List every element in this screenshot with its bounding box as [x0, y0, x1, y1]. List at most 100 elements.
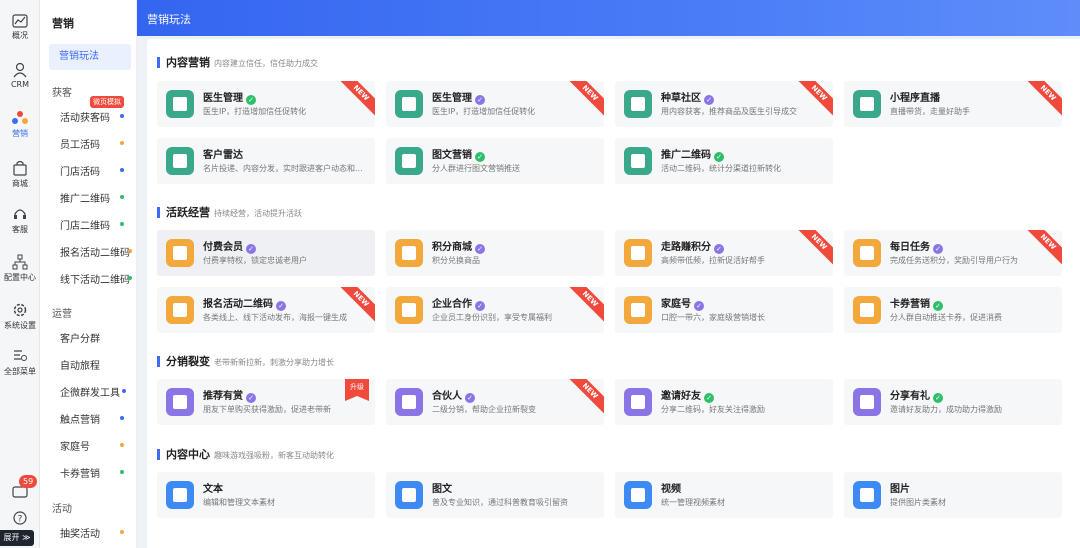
feature-title-text: 付费会员	[203, 242, 243, 253]
feature-card[interactable]: 积分商城 ✓ 积分兑换商品	[386, 230, 604, 276]
feature-desc: 编辑和管理文本素材	[203, 498, 275, 507]
menu-icon	[14, 350, 27, 361]
feature-desc: 医生IP，打造增加信任促转化	[432, 107, 536, 116]
status-dot	[120, 114, 124, 118]
feature-icon	[166, 296, 194, 324]
feature-card[interactable]: 企业合作 ✓ 企业员工身份识别，享受专属福利 NEW	[386, 287, 604, 333]
sub-item[interactable]: 门店二维码	[60, 217, 110, 232]
feature-card[interactable]: 医生管理 ✓ 医生IP，打造增加信任促转化 NEW	[157, 81, 375, 127]
status-dot	[120, 470, 124, 474]
feature-title: 文本	[203, 480, 223, 495]
feature-card[interactable]: 种草社区 ✓ 用内容获客，推荐商品及医生引导成交 NEW	[615, 81, 833, 127]
feature-title: 推广二维码 ✓	[661, 146, 724, 162]
feature-card[interactable]: 付费会员 ✓ 付费享特权，锁定忠诚老用户	[157, 230, 375, 276]
feature-card[interactable]: 视频 统一管理视频素材	[615, 472, 833, 518]
feature-card[interactable]: 文本编辑和管理文本素材	[157, 472, 375, 518]
sub-item[interactable]: 企微群发工具	[60, 384, 120, 399]
new-ribbon: NEW	[792, 230, 833, 269]
gear-icon	[13, 303, 27, 317]
sub-item-active[interactable]: 营销玩法	[49, 44, 131, 70]
sub-item[interactable]: 客户分群	[60, 330, 100, 345]
section-desc: 老带新新拉新，刺激分享助力增长	[214, 358, 334, 367]
feature-card[interactable]: 推广二维码 ✓ 活动二维码，统计分渠道拉新转化	[615, 138, 833, 184]
rail-item-service[interactable]: 客服	[0, 206, 40, 235]
tag-badge: 微页模拟	[90, 96, 124, 108]
feature-card[interactable]: 医生管理 ✓ 医生IP，打造增加信任促转化 NEW	[386, 81, 604, 127]
rail-item-config[interactable]: 配置中心	[0, 254, 40, 283]
rail-item-marketing[interactable]: 营销	[0, 110, 40, 139]
feature-icon	[395, 296, 423, 324]
headset-icon	[14, 209, 26, 219]
section-desc: 内容建立信任，信任助力成交	[214, 59, 318, 68]
feature-title: 医生管理 ✓	[203, 89, 256, 105]
feature-title: 合伙人 ✓	[432, 387, 475, 403]
link-icon: ✓	[475, 301, 485, 311]
feature-card[interactable]: 报名活动二维码 ✓ 各类线上、线下活动发布，海报一键生成 NEW	[157, 287, 375, 333]
feature-desc: 分人群自动推送卡券，促进消费	[890, 313, 1002, 322]
sub-item[interactable]: 抽奖活动	[60, 525, 100, 540]
feature-title: 分享有礼 ✓	[890, 387, 943, 403]
feature-title-text: 客户雷达	[203, 150, 243, 161]
verified-icon: ✓	[933, 393, 943, 403]
sub-item[interactable]: 触点营销	[60, 411, 100, 426]
chart-icon	[12, 14, 28, 28]
sub-item[interactable]: 员工活码	[60, 136, 100, 151]
chat-icon[interactable]	[0, 486, 40, 502]
feature-card[interactable]: 客户雷达名片投递、内容分发，实时跟进客户动态和...	[157, 138, 375, 184]
help-icon[interactable]: ?	[0, 511, 40, 527]
feature-title-text: 种草社区	[661, 93, 701, 104]
feature-card[interactable]: 每日任务 ✓ 完成任务送积分，奖励引导用户行为 NEW	[844, 230, 1062, 276]
feature-title: 卡券营销 ✓	[890, 295, 943, 311]
feature-title-text: 小程序直播	[890, 93, 940, 104]
feature-card[interactable]: 图文 普及专业知识，通过科普教育吸引留资	[386, 472, 604, 518]
feature-title-text: 图片	[890, 484, 910, 495]
feature-icon	[624, 90, 652, 118]
section-title: 活跃经营 持续经营，活动提升活跃	[157, 207, 302, 218]
rail-item-all-menu[interactable]: 全部菜单	[0, 348, 40, 377]
sub-item[interactable]: 活动获客码	[60, 109, 110, 124]
status-dot	[128, 276, 132, 280]
feature-title-text: 医生管理	[203, 93, 243, 104]
rail-item-crm[interactable]: CRM	[0, 62, 40, 89]
feature-desc: 完成任务送积分，奖励引导用户行为	[890, 256, 1018, 265]
feature-card[interactable]: 图文营销 ✓ 分人群进行图文营销推送	[386, 138, 604, 184]
rail-item-shop[interactable]: 商城	[0, 160, 40, 189]
rail-item-overview[interactable]: 概况	[0, 14, 40, 41]
feature-card[interactable]: 小程序直播 直播带货，走量好助手 NEW	[844, 81, 1062, 127]
status-dot	[128, 249, 132, 253]
feature-card[interactable]: 走路赚积分 ✓ 高频带低频，拉新促活好帮手 NEW	[615, 230, 833, 276]
feature-card[interactable]: 图片 提供图片类素材	[844, 472, 1062, 518]
feature-card[interactable]: 推荐有赏 ✓ 朋友下单购买获得激励，促进老带新 升级	[157, 379, 375, 425]
feature-desc: 名片投递、内容分发，实时跟进客户动态和...	[203, 164, 363, 173]
feature-icon	[853, 296, 881, 324]
section-title: 内容中心 趣味游戏强吸粉，新客互动助转化	[157, 449, 334, 460]
feature-card[interactable]: 家庭号 ✓ 口腔一带六，家庭级营销增长	[615, 287, 833, 333]
sub-item[interactable]: 线下活动二维码	[60, 271, 130, 286]
section-title-text: 分销裂变	[166, 355, 210, 368]
new-ribbon: NEW	[563, 81, 604, 120]
rail-label: 商城	[12, 179, 28, 188]
feature-desc: 高频带低频，拉新促活好帮手	[661, 256, 765, 265]
rail-label: 全部菜单	[4, 367, 36, 376]
feature-icon	[853, 90, 881, 118]
feature-card[interactable]: 分享有礼 ✓ 邀请好友助力，成功助力得激励	[844, 379, 1062, 425]
expand-button[interactable]: 展开 ≫	[0, 530, 34, 546]
sub-item[interactable]: 报名活动二维码	[60, 244, 130, 259]
feature-icon	[853, 481, 881, 509]
feature-icon	[395, 388, 423, 416]
sub-item[interactable]: 家庭号	[60, 438, 90, 453]
feature-title-text: 卡券营销	[890, 299, 930, 310]
notification-badge: 59	[19, 475, 38, 488]
feature-card[interactable]: 卡券营销 ✓ 分人群自动推送卡券，促进消费	[844, 287, 1062, 333]
feature-desc: 用内容获客，推荐商品及医生引导成交	[661, 107, 797, 116]
sub-item[interactable]: 推广二维码	[60, 190, 110, 205]
feature-card[interactable]: 合伙人 ✓ 二级分销，帮助企业拉新裂变 NEW	[386, 379, 604, 425]
marketing-icon	[12, 111, 28, 124]
feature-card[interactable]: 邀请好友 ✓ 分享二维码，好友关注得激励	[615, 379, 833, 425]
sub-item[interactable]: 门店活码	[60, 163, 100, 178]
sub-item[interactable]: 自动旅程	[60, 357, 100, 372]
feature-title-text: 文本	[203, 484, 223, 495]
rail-item-settings[interactable]: 系统设置	[0, 302, 40, 331]
new-ribbon: NEW	[563, 379, 604, 418]
sub-item[interactable]: 卡券营销	[60, 465, 100, 480]
